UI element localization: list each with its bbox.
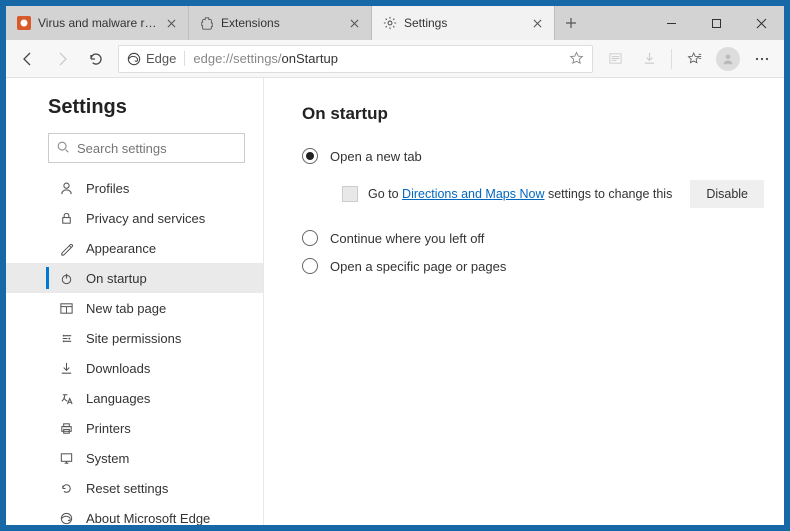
gear-icon: [382, 15, 398, 31]
nav-privacy[interactable]: Privacy and services: [6, 203, 263, 233]
reset-icon: [58, 480, 74, 496]
refresh-button[interactable]: [80, 43, 112, 75]
settings-nav: Profiles Privacy and services Appearance…: [6, 173, 263, 525]
toolbar: Edge edge://settings/onStartup: [6, 40, 784, 78]
power-icon: [58, 270, 74, 286]
nav-new-tab[interactable]: New tab page: [6, 293, 263, 323]
nav-label: Site permissions: [86, 331, 181, 346]
settings-title: Settings: [6, 96, 263, 133]
appearance-icon: [58, 240, 74, 256]
radio-label: Open a specific page or pages: [330, 259, 506, 274]
nav-label: Privacy and services: [86, 211, 205, 226]
minimize-button[interactable]: [649, 6, 694, 40]
close-icon[interactable]: [530, 16, 544, 30]
profile-button[interactable]: [712, 43, 744, 75]
extension-notice-text: Go to Directions and Maps Now settings t…: [368, 187, 672, 201]
search-icon: [56, 140, 70, 154]
close-icon[interactable]: [164, 16, 178, 30]
nav-label: Profiles: [86, 181, 129, 196]
toolbar-separator: [671, 49, 672, 69]
address-bar[interactable]: Edge edge://settings/onStartup: [118, 45, 593, 73]
content-area: Settings Profiles Privacy and services: [6, 78, 784, 525]
nav-downloads[interactable]: Downloads: [6, 353, 263, 383]
radio-icon: [302, 258, 318, 274]
newtab-icon: [58, 300, 74, 316]
system-icon: [58, 450, 74, 466]
extensions-icon: [199, 15, 215, 31]
nav-about[interactable]: About Microsoft Edge: [6, 503, 263, 525]
nav-on-startup[interactable]: On startup: [6, 263, 263, 293]
tab-favicon: [16, 15, 32, 31]
favorites-button[interactable]: [678, 43, 710, 75]
radio-continue[interactable]: Continue where you left off: [302, 224, 764, 252]
disable-button[interactable]: Disable: [690, 180, 764, 208]
tab-title: Virus and malware removal instructions: [38, 16, 158, 30]
nav-system[interactable]: System: [6, 443, 263, 473]
nav-profiles[interactable]: Profiles: [6, 173, 263, 203]
radio-icon: [302, 148, 318, 164]
maximize-button[interactable]: [694, 6, 739, 40]
radio-icon: [302, 230, 318, 246]
nav-label: Downloads: [86, 361, 150, 376]
nav-label: Printers: [86, 421, 131, 436]
edge-badge-label: Edge: [146, 51, 176, 66]
download-icon: [58, 360, 74, 376]
close-icon[interactable]: [347, 16, 361, 30]
tab-virus-removal[interactable]: Virus and malware removal instructions: [6, 6, 189, 40]
avatar: [716, 47, 740, 71]
nav-label: On startup: [86, 271, 147, 286]
printer-icon: [58, 420, 74, 436]
tab-strip: Virus and malware removal instructions E…: [6, 6, 784, 40]
nav-reset[interactable]: Reset settings: [6, 473, 263, 503]
tab-title: Settings: [404, 16, 524, 30]
browser-window: Virus and malware removal instructions E…: [6, 6, 784, 525]
back-button[interactable]: [12, 43, 44, 75]
tab-extensions[interactable]: Extensions: [189, 6, 372, 40]
url-text: edge://settings/onStartup: [193, 51, 338, 66]
nav-languages[interactable]: Languages: [6, 383, 263, 413]
lock-icon: [58, 210, 74, 226]
downloads-button[interactable]: [633, 43, 665, 75]
close-window-button[interactable]: [739, 6, 784, 40]
permissions-icon: [58, 330, 74, 346]
radio-open-new-tab[interactable]: Open a new tab: [302, 142, 764, 170]
nav-label: Appearance: [86, 241, 156, 256]
nav-label: New tab page: [86, 301, 166, 316]
edge-icon: [58, 510, 74, 525]
search-input[interactable]: [48, 133, 245, 163]
settings-sidebar: Settings Profiles Privacy and services: [6, 78, 264, 525]
tab-title: Extensions: [221, 16, 341, 30]
favorite-icon[interactable]: [569, 51, 584, 66]
edge-badge: Edge: [127, 51, 185, 66]
forward-button[interactable]: [46, 43, 78, 75]
language-icon: [58, 390, 74, 406]
reading-view-button[interactable]: [599, 43, 631, 75]
page-heading: On startup: [302, 104, 764, 124]
nav-label: System: [86, 451, 129, 466]
radio-label: Open a new tab: [330, 149, 422, 164]
nav-site-permissions[interactable]: Site permissions: [6, 323, 263, 353]
nav-label: About Microsoft Edge: [86, 511, 210, 526]
radio-label: Continue where you left off: [330, 231, 484, 246]
radio-specific-pages[interactable]: Open a specific page or pages: [302, 252, 764, 280]
nav-printers[interactable]: Printers: [6, 413, 263, 443]
nav-label: Languages: [86, 391, 150, 406]
profile-icon: [58, 180, 74, 196]
new-tab-button[interactable]: [555, 6, 587, 40]
edge-icon: [127, 52, 141, 66]
settings-main: On startup Open a new tab Go to Directio…: [264, 78, 784, 525]
nav-label: Reset settings: [86, 481, 168, 496]
more-button[interactable]: [746, 43, 778, 75]
extension-override-row: Go to Directions and Maps Now settings t…: [302, 170, 764, 224]
extension-favicon: [342, 186, 358, 202]
nav-appearance[interactable]: Appearance: [6, 233, 263, 263]
tab-settings[interactable]: Settings: [372, 6, 555, 40]
extension-link[interactable]: Directions and Maps Now: [402, 187, 544, 201]
